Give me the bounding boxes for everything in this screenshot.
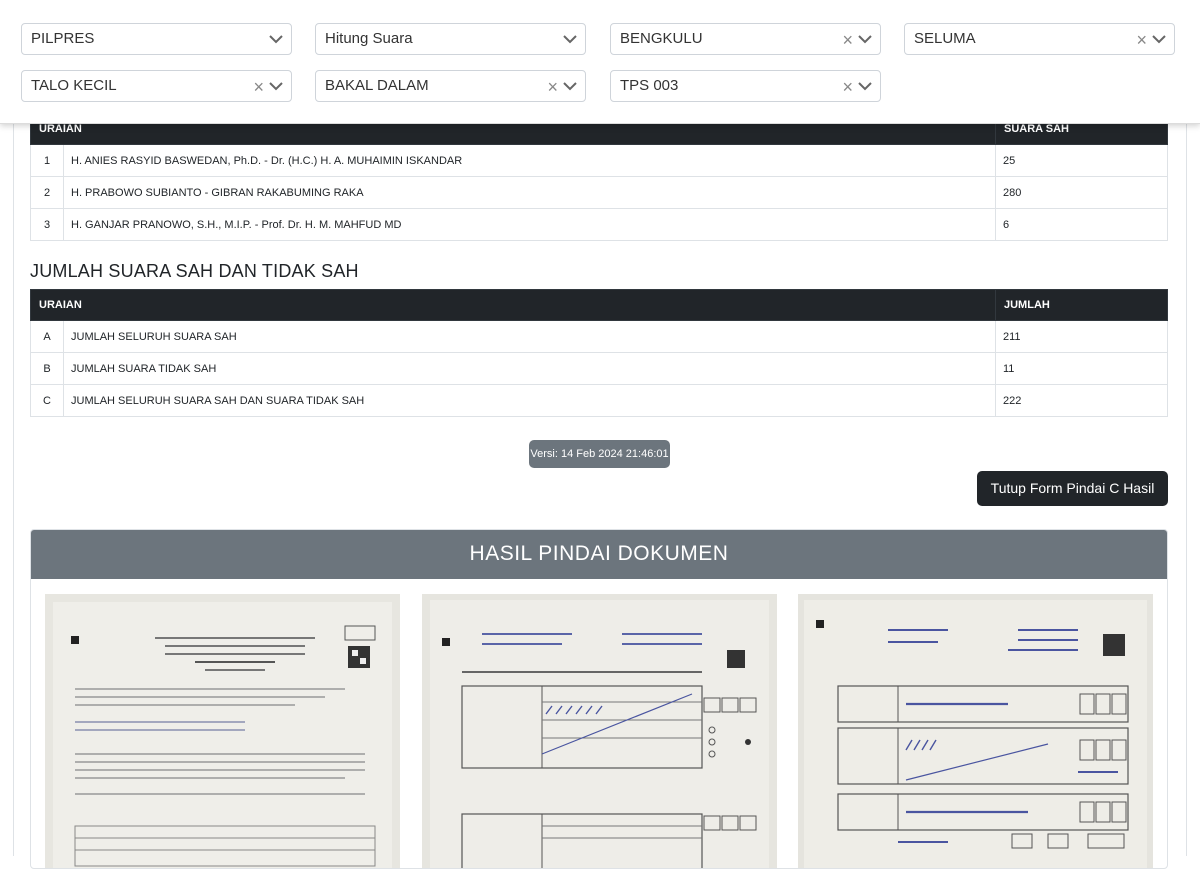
row-letter: B <box>30 352 64 385</box>
select-value: BENGKULU <box>620 30 703 47</box>
total-value: 222 <box>995 384 1168 417</box>
table-row: 1 H. ANIES RASYID BASWEDAN, Ph.D. - Dr. … <box>30 144 1168 177</box>
vote-count: 6 <box>995 208 1168 241</box>
total-label: JUMLAH SELURUH SUARA SAH DAN SUARA TIDAK… <box>63 384 996 417</box>
row-number: 3 <box>30 208 64 241</box>
district-select[interactable]: TALO KECIL × <box>21 70 292 102</box>
row-number: 1 <box>30 144 64 177</box>
row-letter: A <box>30 320 64 353</box>
election-type-select[interactable]: PILPRES <box>21 23 292 55</box>
total-value: 11 <box>995 352 1168 385</box>
vote-count: 25 <box>995 144 1168 177</box>
clear-icon[interactable]: × <box>1136 24 1147 56</box>
scanned-form-page-3 <box>798 594 1153 868</box>
polling-station-select[interactable]: TPS 003 × <box>610 70 881 102</box>
row-letter: C <box>30 384 64 417</box>
scan-results-card: HASIL PINDAI DOKUMEN <box>30 529 1168 869</box>
chevron-down-icon[interactable] <box>1151 33 1167 45</box>
select-value: PILPRES <box>31 30 95 47</box>
table-row: A JUMLAH SELURUH SUARA SAH 211 <box>30 320 1168 353</box>
total-label: JUMLAH SELURUH SUARA SAH <box>63 320 996 353</box>
header-uraian: URAIAN <box>30 289 996 321</box>
province-select[interactable]: BENGKULU × <box>610 23 881 55</box>
candidate-votes-table: URAIAN SUARA SAH 1 H. ANIES RASYID BASWE… <box>30 113 1168 241</box>
village-select[interactable]: BAKAL DALAM × <box>315 70 586 102</box>
clear-icon[interactable]: × <box>842 71 853 103</box>
table-row: B JUMLAH SUARA TIDAK SAH 11 <box>30 352 1168 385</box>
select-value: BAKAL DALAM <box>325 77 429 94</box>
version-badge: Versi: 14 Feb 2024 21:46:01 <box>529 440 670 468</box>
select-value: TALO KECIL <box>31 77 117 94</box>
candidate-name: H. PRABOWO SUBIANTO - GIBRAN RAKABUMING … <box>63 176 996 209</box>
chevron-down-icon[interactable] <box>857 33 873 45</box>
select-value: SELUMA <box>914 30 976 47</box>
totals-section-title: JUMLAH SUARA SAH DAN TIDAK SAH <box>30 261 359 281</box>
candidate-name: H. GANJAR PRANOWO, S.H., M.I.P. - Prof. … <box>63 208 996 241</box>
regency-select[interactable]: SELUMA × <box>904 23 1175 55</box>
candidate-name: H. ANIES RASYID BASWEDAN, Ph.D. - Dr. (H… <box>63 144 996 177</box>
chevron-down-icon[interactable] <box>857 80 873 92</box>
close-scan-form-button[interactable]: Tutup Form Pindai C Hasil <box>977 471 1168 506</box>
table-row: 2 H. PRABOWO SUBIANTO - GIBRAN RAKABUMIN… <box>30 176 1168 209</box>
count-type-select[interactable]: Hitung Suara <box>315 23 586 55</box>
header-jumlah: JUMLAH <box>995 289 1168 321</box>
table-header-row: URAIAN JUMLAH <box>30 289 1168 321</box>
scanned-form-page-1 <box>45 594 400 868</box>
chevron-down-icon[interactable] <box>562 80 578 92</box>
select-value: TPS 003 <box>620 77 679 94</box>
main-content: URAIAN SUARA SAH 1 H. ANIES RASYID BASWE… <box>13 0 1187 869</box>
filter-bar: PILPRES Hitung Suara BENGKULU × SELUMA ×… <box>0 0 1200 124</box>
clear-icon[interactable]: × <box>547 71 558 103</box>
clear-icon[interactable]: × <box>842 24 853 56</box>
scanned-form-page-2 <box>422 594 777 868</box>
clear-icon[interactable]: × <box>253 71 264 103</box>
table-row: 3 H. GANJAR PRANOWO, S.H., M.I.P. - Prof… <box>30 208 1168 241</box>
totals-table: URAIAN JUMLAH A JUMLAH SELURUH SUARA SAH… <box>30 289 1168 417</box>
vote-count: 280 <box>995 176 1168 209</box>
scan-document-image-2[interactable] <box>422 594 777 868</box>
row-number: 2 <box>30 176 64 209</box>
chevron-down-icon[interactable] <box>562 33 578 45</box>
total-label: JUMLAH SUARA TIDAK SAH <box>63 352 996 385</box>
chevron-down-icon[interactable] <box>268 33 284 45</box>
total-value: 211 <box>995 320 1168 353</box>
chevron-down-icon[interactable] <box>268 80 284 92</box>
scan-section-title: HASIL PINDAI DOKUMEN <box>31 530 1167 579</box>
scan-document-image-3[interactable] <box>798 594 1153 868</box>
select-value: Hitung Suara <box>325 30 413 47</box>
scan-document-image-1[interactable] <box>45 594 400 868</box>
table-row: C JUMLAH SELURUH SUARA SAH DAN SUARA TID… <box>30 384 1168 417</box>
